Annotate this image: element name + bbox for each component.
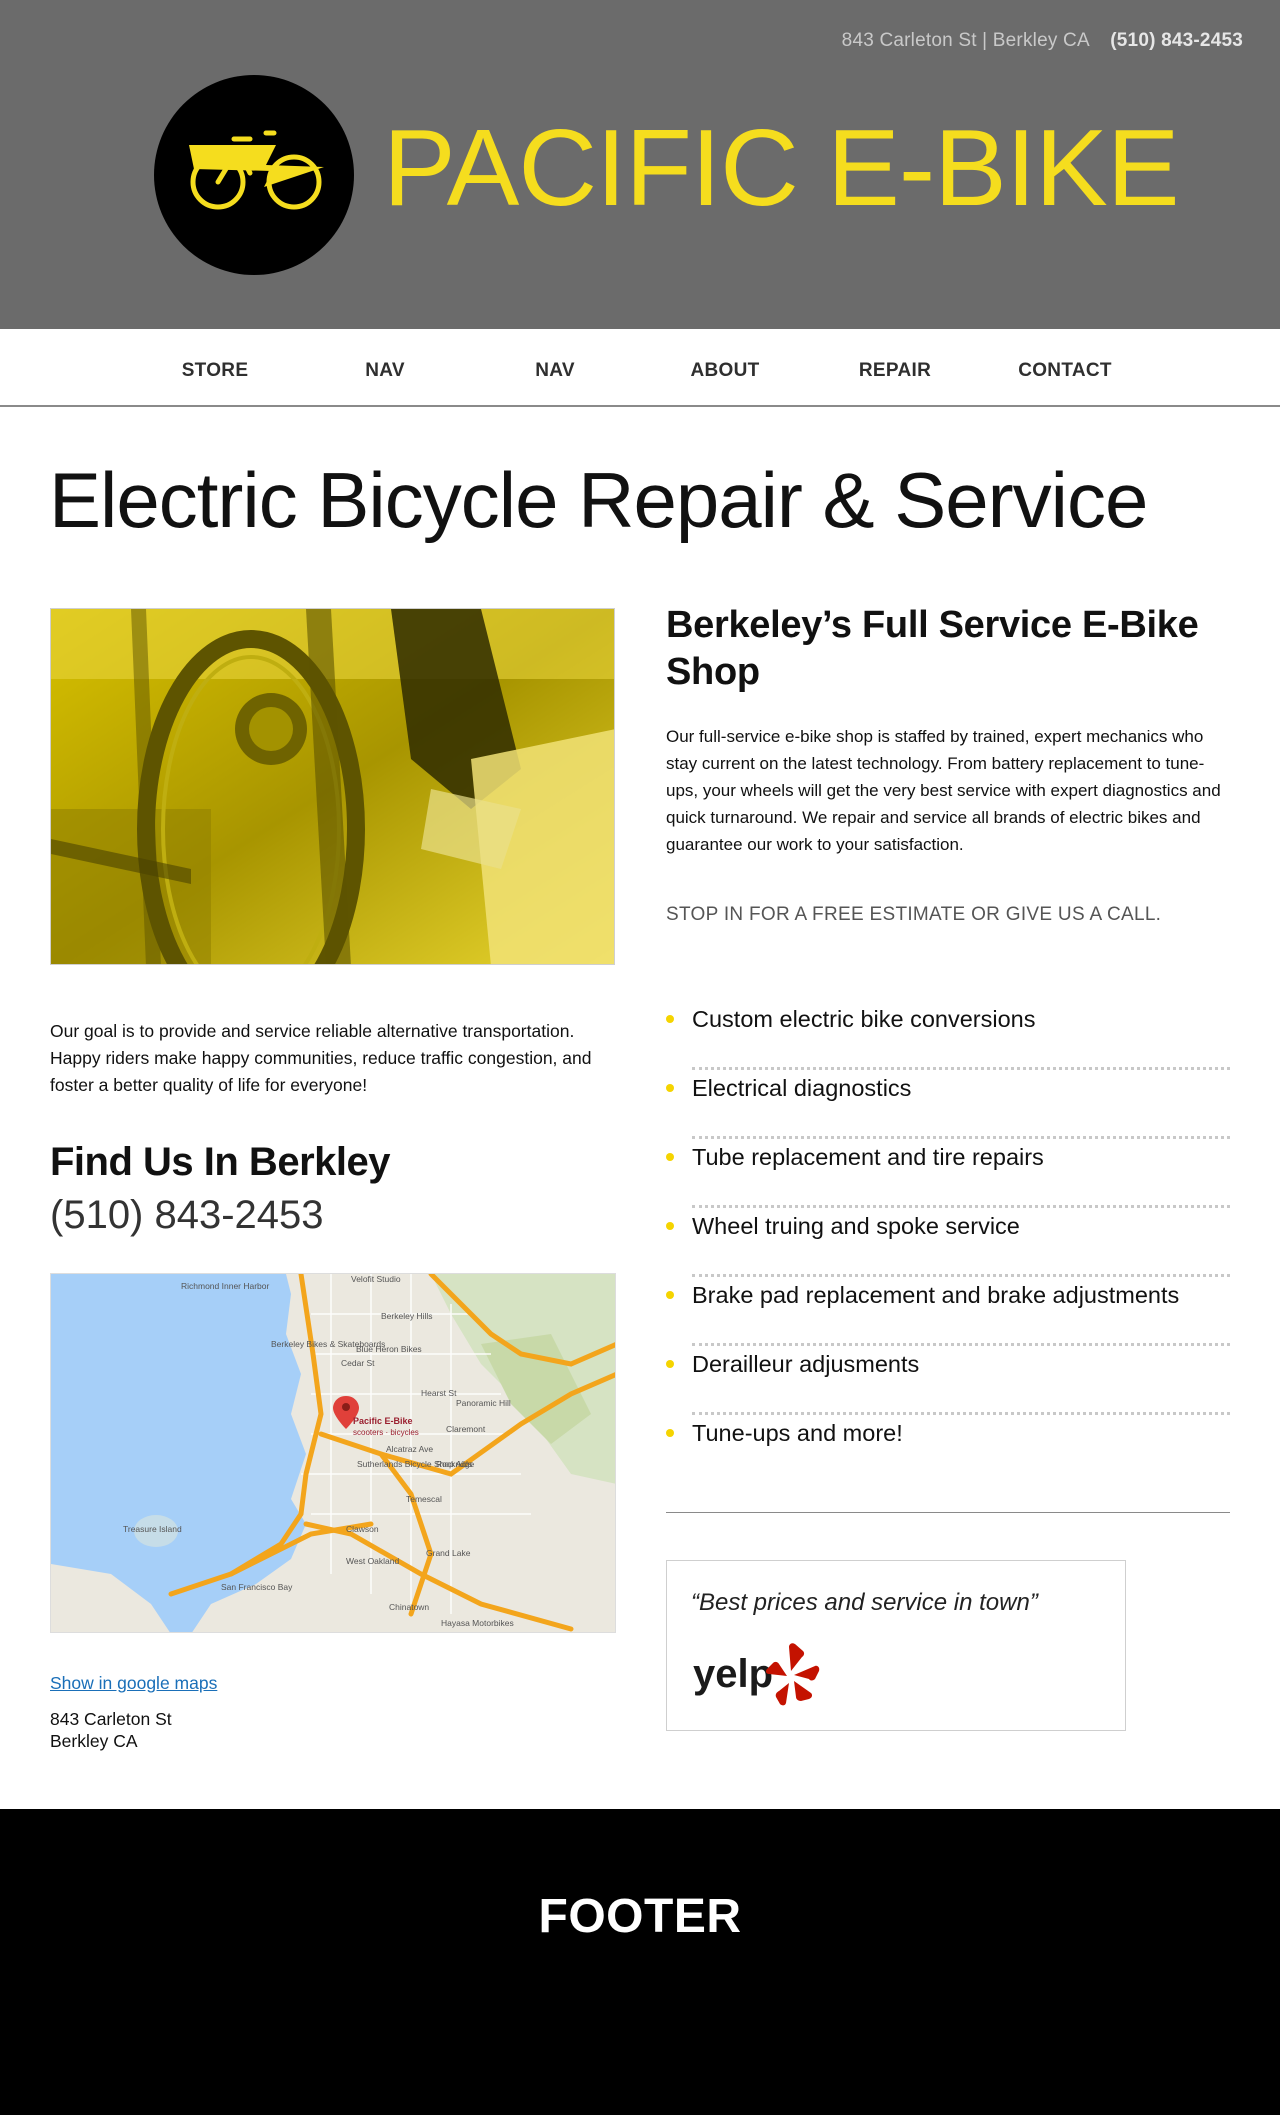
footer-label: FOOTER <box>538 1890 742 1943</box>
svg-text:Treasure Island: Treasure Island <box>123 1524 182 1534</box>
service-label: Tune-ups and more! <box>692 1420 903 1446</box>
svg-text:Berkeley Hills: Berkeley Hills <box>381 1311 433 1321</box>
bullet-icon <box>666 1222 674 1230</box>
svg-text:Hayasa Motorbikes: Hayasa Motorbikes <box>441 1618 514 1628</box>
bullet-icon <box>666 1360 674 1368</box>
nav-item-contact[interactable]: CONTACT <box>995 360 1135 382</box>
review-card: “Best prices and service in town” yelp <box>666 1560 1126 1731</box>
brand-name[interactable]: PACIFIC E-BIKE <box>383 114 1180 223</box>
bullet-icon <box>666 1084 674 1092</box>
find-us-heading: Find Us In Berkley <box>50 1140 390 1184</box>
svg-text:Blue Heron Bikes: Blue Heron Bikes <box>356 1344 422 1354</box>
service-label: Tube replacement and tire repairs <box>692 1144 1044 1170</box>
bullet-icon <box>666 1291 674 1299</box>
svg-text:West Oakland: West Oakland <box>346 1556 400 1566</box>
services-list: Custom electric bike conversions Electri… <box>666 1001 1230 1484</box>
main-nav: STORE NAV NAV ABOUT REPAIR CONTACT <box>0 329 1280 407</box>
service-label: Derailleur adjusments <box>692 1351 920 1377</box>
header-contact: 843 Carleton St | Berkley CA (510) 843-2… <box>842 30 1243 52</box>
address-line-2: Berkley CA <box>50 1731 138 1751</box>
goal-text: Our goal is to provide and service relia… <box>50 1021 592 1095</box>
yelp-logo[interactable]: yelp <box>691 1641 831 1716</box>
svg-text:Panoramic Hill: Panoramic Hill <box>456 1398 511 1408</box>
svg-text:Alcatraz Ave: Alcatraz Ave <box>386 1444 433 1454</box>
service-item: Electrical diagnostics <box>666 1070 1230 1139</box>
service-item: Wheel truing and spoke service <box>666 1208 1230 1277</box>
svg-text:Velofit Studio: Velofit Studio <box>351 1274 401 1284</box>
nav-item-nav-1[interactable]: NAV <box>315 360 455 382</box>
svg-text:Temescal: Temescal <box>406 1494 442 1504</box>
yelp-wordmark: yelp <box>693 1652 773 1696</box>
nav-item-about[interactable]: ABOUT <box>655 360 795 382</box>
header-phone[interactable]: (510) 843-2453 <box>1110 30 1243 51</box>
service-item: Brake pad replacement and brake adjustme… <box>666 1277 1230 1346</box>
bullet-icon <box>666 1429 674 1437</box>
service-item: Tube replacement and tire repairs <box>666 1139 1230 1208</box>
svg-text:Claremont: Claremont <box>446 1424 486 1434</box>
review-quote: “Best prices and service in town” <box>691 1589 1038 1616</box>
address-line-1: 843 Carleton St <box>50 1709 172 1729</box>
bullet-icon <box>666 1153 674 1161</box>
find-us-phone[interactable]: (510) 843-2453 <box>50 1193 324 1238</box>
header-address: 843 Carleton St | Berkley CA <box>841 30 1089 51</box>
nav-item-repair[interactable]: REPAIR <box>825 360 965 382</box>
service-label: Custom electric bike conversions <box>692 1006 1036 1032</box>
yelp-burst-icon <box>765 1643 820 1706</box>
svg-text:Pacific E-Bike: Pacific E-Bike <box>353 1416 413 1426</box>
site-footer: FOOTER <box>0 1809 1280 2115</box>
svg-text:Cedar St: Cedar St <box>341 1358 375 1368</box>
service-item: Derailleur adjusments <box>666 1346 1230 1415</box>
shop-heading: Berkeley’s Full Service E-Bike Shop <box>666 604 1199 693</box>
logo[interactable] <box>154 75 354 275</box>
service-label: Brake pad replacement and brake adjustme… <box>692 1282 1180 1308</box>
bike-logo-icon <box>189 130 324 210</box>
svg-text:Grand Lake: Grand Lake <box>426 1548 471 1558</box>
service-label: Electrical diagnostics <box>692 1075 912 1101</box>
svg-text:Rockridge: Rockridge <box>436 1459 475 1469</box>
site-header: 843 Carleton St | Berkley CA (510) 843-2… <box>0 0 1280 329</box>
service-item: Custom electric bike conversions <box>666 1001 1230 1070</box>
svg-text:Clawson: Clawson <box>346 1524 379 1534</box>
svg-text:scooters · bicycles: scooters · bicycles <box>353 1428 419 1437</box>
divider <box>666 1512 1230 1513</box>
page-title: Electric Bicycle Repair & Service <box>49 456 1148 544</box>
bullet-icon <box>666 1015 674 1023</box>
nav-item-nav-2[interactable]: NAV <box>485 360 625 382</box>
nav-item-store[interactable]: STORE <box>145 360 285 382</box>
svg-text:Richmond Inner Harbor: Richmond Inner Harbor <box>181 1281 270 1291</box>
svg-text:Chinatown: Chinatown <box>389 1602 429 1612</box>
call-to-action: STOP IN FOR A FREE ESTIMATE OR GIVE US A… <box>666 904 1162 925</box>
svg-text:Hearst St: Hearst St <box>421 1388 457 1398</box>
show-in-google-maps-link[interactable]: Show in google maps <box>50 1673 217 1694</box>
address: 843 Carleton St Berkley CA <box>50 1708 172 1752</box>
service-item: Tune-ups and more! <box>666 1415 1230 1484</box>
location-map[interactable]: Richmond Inner Harbor Velofit Studio Ber… <box>50 1273 616 1633</box>
service-label: Wheel truing and spoke service <box>692 1213 1020 1239</box>
svg-text:San Francisco Bay: San Francisco Bay <box>221 1582 293 1592</box>
shop-description: Our full-service e-bike shop is staffed … <box>666 727 1221 854</box>
mechanic-photo <box>50 608 615 965</box>
